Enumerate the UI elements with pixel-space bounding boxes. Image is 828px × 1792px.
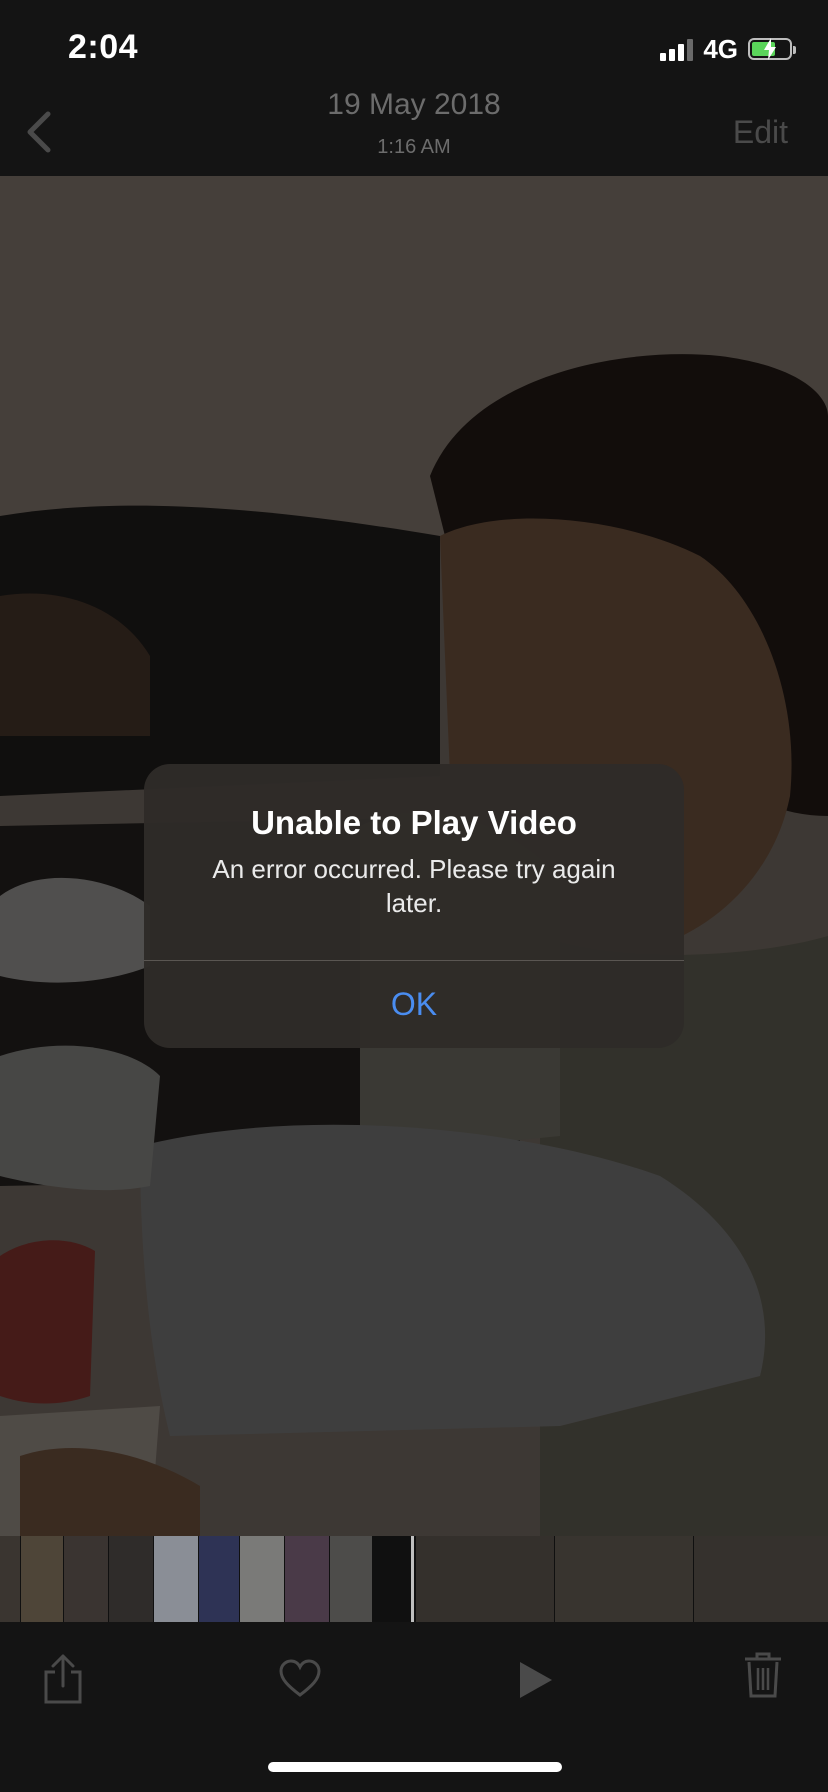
heart-icon[interactable] (278, 1658, 322, 1698)
filmstrip[interactable] (0, 1536, 828, 1622)
page-subtitle: 1:16 AM (377, 136, 451, 158)
ok-button[interactable]: OK (144, 960, 684, 1048)
network-type: 4G (703, 33, 738, 64)
play-icon[interactable] (518, 1660, 554, 1700)
status-time: 2:04 (68, 28, 139, 66)
filmstrip-thumbnails (0, 1536, 828, 1622)
filmstrip-scrubber[interactable] (411, 1536, 414, 1622)
battery-icon (748, 38, 796, 60)
page-title: 19 May 2018 (327, 88, 501, 121)
signal-strength-icon (660, 37, 694, 61)
error-alert-dialog: Unable to Play Video An error occurred. … (144, 764, 684, 1048)
alert-message: An error occurred. Please try again late… (212, 854, 616, 918)
charging-bolt-icon (764, 38, 776, 60)
trash-icon[interactable] (742, 1650, 784, 1700)
status-indicators: 4G (660, 33, 796, 64)
nav-bar: 19 May 2018 1:16 AM Edit (0, 80, 828, 176)
alert-title: Unable to Play Video (251, 804, 577, 841)
home-indicator[interactable] (268, 1762, 562, 1772)
edit-button[interactable]: Edit (733, 114, 788, 151)
share-icon[interactable] (40, 1652, 86, 1706)
